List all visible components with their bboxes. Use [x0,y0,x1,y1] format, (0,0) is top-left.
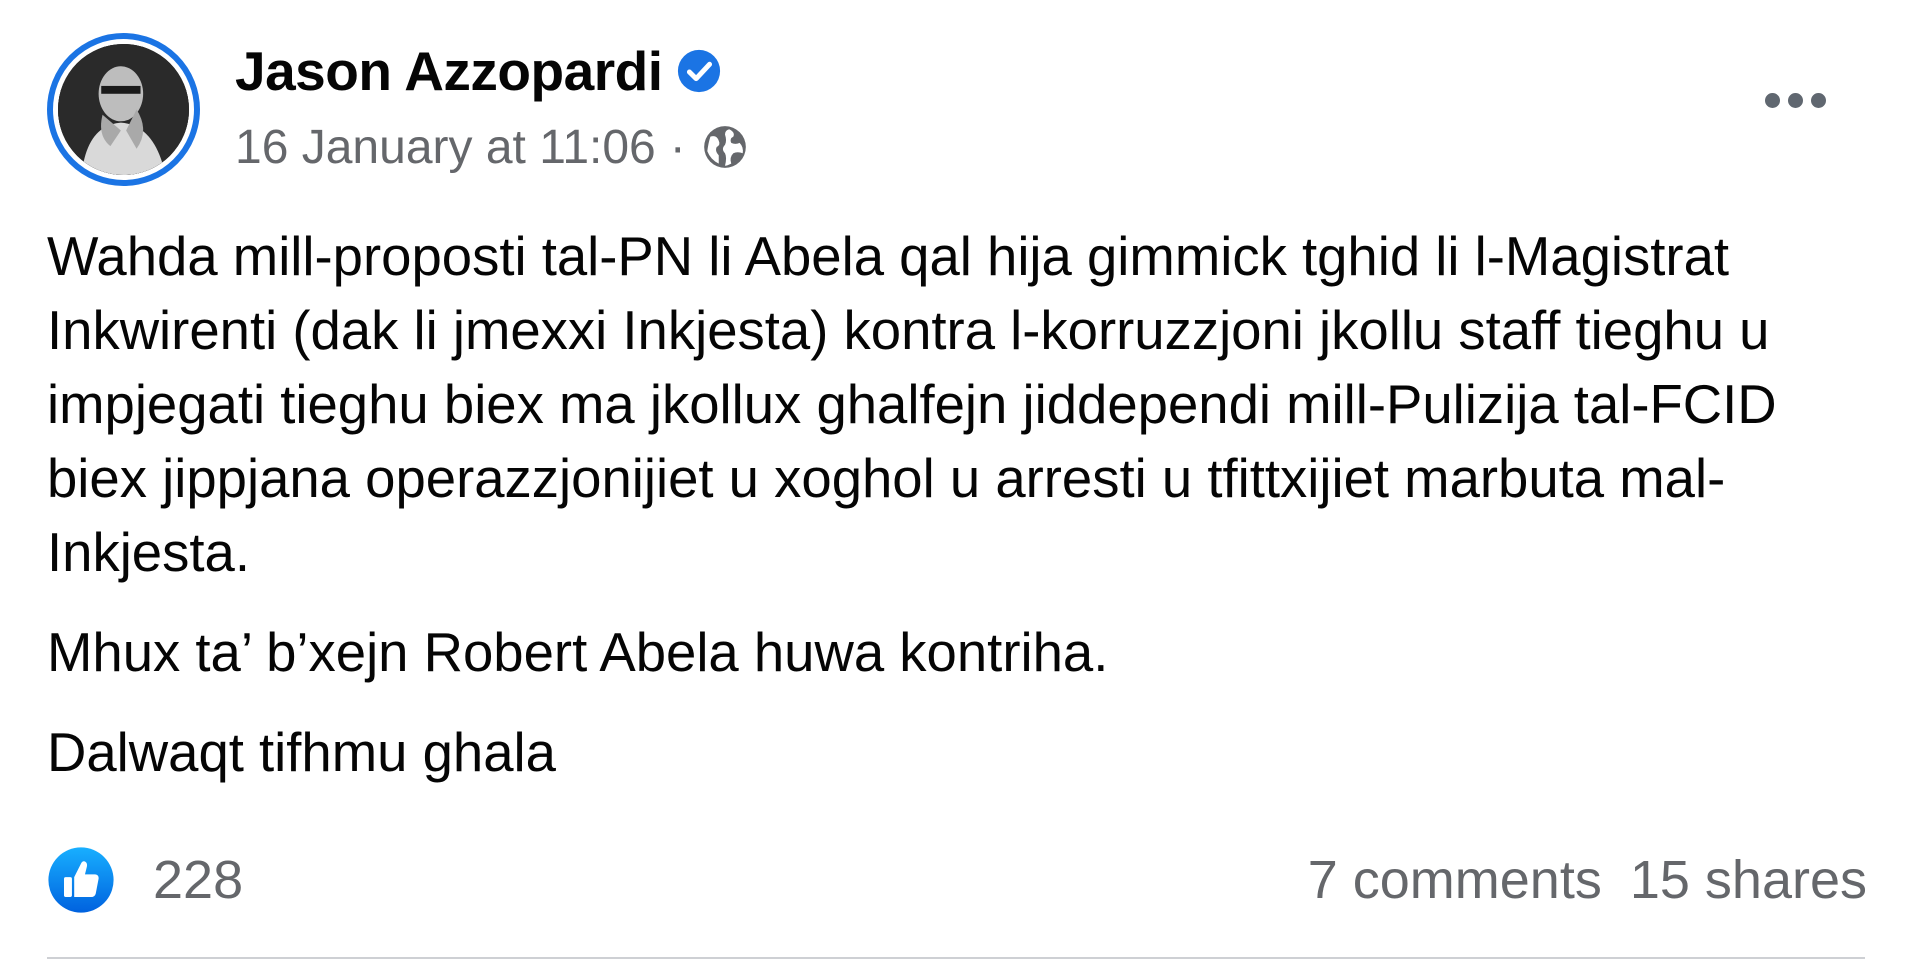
like-icon[interactable] [47,846,115,914]
more-options-icon [1787,92,1803,108]
globe-icon[interactable] [700,122,750,172]
comments-count[interactable]: 7 comments [1308,849,1602,911]
post-body: Wahda mill-proposti tal-PN li Abela qal … [47,220,1877,816]
divider [47,957,1865,959]
post-meta: 16 January at 11:06 · [235,112,750,182]
more-options-button[interactable] [1755,72,1835,128]
more-options-icon [1764,92,1780,108]
author-name[interactable]: Jason Azzopardi [235,39,663,103]
meta-separator: · [669,120,686,174]
avatar-photo [58,44,189,175]
verified-badge-icon [676,48,722,94]
shares-count[interactable]: 15 shares [1630,849,1867,911]
post-timestamp[interactable]: 16 January at 11:06 [235,120,656,175]
author-avatar[interactable] [47,33,200,186]
more-options-icon [1810,92,1826,108]
engagement-stats: 7 comments 15 shares [1308,849,1867,911]
avatar [58,44,189,175]
post-paragraph: Wahda mill-proposti tal-PN li Abela qal … [47,226,1777,583]
author-row: Jason Azzopardi [235,36,722,106]
post-paragraph: Dalwaqt tifhmu ghala [47,722,556,783]
post-stats: 228 7 comments 15 shares [47,840,1867,920]
reaction-count[interactable]: 228 [153,849,243,911]
post-paragraph: Mhux ta’ b’xejn Robert Abela huwa kontri… [47,622,1109,683]
facebook-post: Jason Azzopardi 16 January at 11:06 · Wa… [0,0,1920,963]
